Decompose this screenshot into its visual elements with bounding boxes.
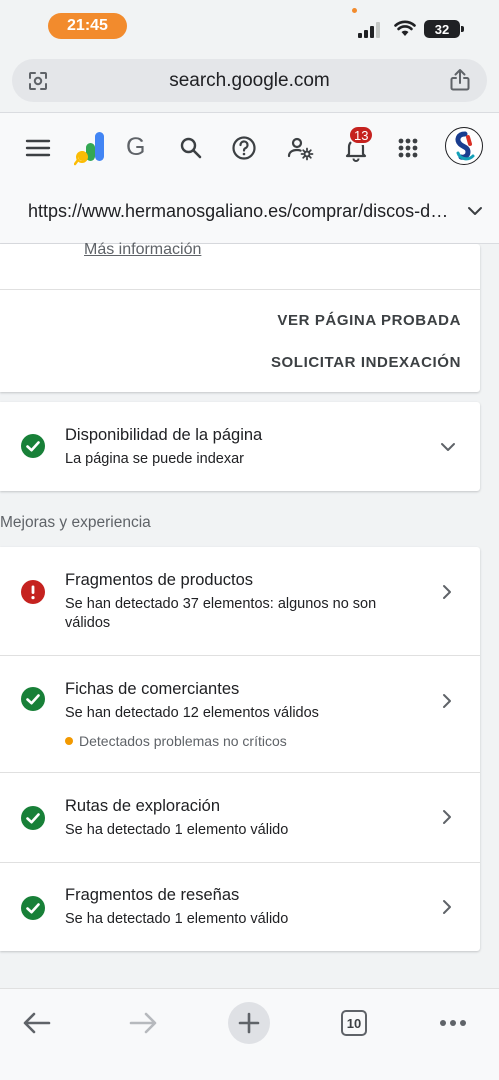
item-title: Fragmentos de productos (65, 571, 254, 589)
item-subtitle: Se ha detectado 1 elemento válido (65, 911, 289, 927)
warning-dot-icon (65, 737, 73, 745)
divider (0, 289, 480, 290)
manage-users-icon[interactable] (286, 134, 314, 162)
share-icon[interactable] (449, 68, 471, 92)
chevron-right-icon[interactable] (440, 583, 454, 601)
tab-switcher-icon[interactable]: 10 (341, 1010, 367, 1036)
availability-title: Disponibilidad de la página (65, 426, 263, 444)
chevron-right-icon[interactable] (440, 692, 454, 710)
status-bar: 21:45 32 (0, 0, 499, 56)
item-subtitle: Se han detectado 37 elementos: algunos n… (65, 596, 377, 631)
list-item-product-snippets[interactable]: Fragmentos de productos Se han detectado… (0, 547, 480, 655)
tab-count: 10 (346, 1015, 362, 1031)
plus-icon (238, 1012, 260, 1034)
page-availability-card[interactable]: Disponibilidad de la página La página se… (0, 402, 480, 491)
valid-check-icon (21, 687, 45, 711)
menu-icon[interactable] (24, 134, 52, 162)
note-text: Detectados problemas no críticos (79, 733, 287, 749)
status-time: 21:45 (48, 13, 127, 39)
cellular-signal-icon (358, 22, 380, 38)
chevron-right-icon[interactable] (440, 898, 454, 916)
non-critical-issues-note: Detectados problemas no críticos (65, 733, 287, 749)
enhancements-card: Fragmentos de productos Se han detectado… (0, 547, 480, 951)
battery-level: 32 (434, 21, 450, 37)
view-tested-page-button[interactable]: VER PÁGINA PROBADA (277, 312, 461, 329)
apps-grid-icon[interactable] (394, 134, 422, 162)
list-item-breadcrumbs[interactable]: Rutas de exploración Se ha detectado 1 e… (0, 773, 480, 862)
forward-icon[interactable] (128, 1011, 158, 1035)
error-icon (21, 580, 45, 604)
search-console-wordmark: G (126, 133, 146, 161)
browser-toolbar: 10 (0, 988, 499, 1080)
address-domain[interactable]: search.google.com (169, 70, 330, 92)
availability-subtitle: La página se puede indexar (65, 451, 244, 467)
item-subtitle: Se han detectado 12 elementos válidos (65, 705, 319, 721)
more-icon[interactable] (438, 1018, 468, 1028)
address-bar[interactable]: search.google.com (12, 59, 487, 102)
valid-check-icon (21, 806, 45, 830)
search-console-header (0, 112, 499, 182)
more-button[interactable] (431, 1001, 475, 1045)
more-info-link[interactable]: Más información (84, 241, 201, 259)
notification-badge: 13 (348, 125, 375, 145)
battery-indicator: 32 (424, 20, 464, 38)
item-title: Rutas de exploración (65, 797, 221, 815)
item-title: Fragmentos de reseñas (65, 886, 240, 904)
inspection-actions-card: Más información VER PÁGINA PROBADA SOLIC… (0, 241, 480, 392)
item-subtitle: Se ha detectado 1 elemento válido (65, 822, 289, 838)
tab-switcher-button[interactable]: 10 (332, 1001, 376, 1045)
new-tab-button[interactable] (227, 1001, 271, 1045)
back-icon[interactable] (22, 1011, 52, 1035)
lens-scan-icon[interactable] (26, 69, 50, 93)
chevron-down-icon[interactable] (466, 202, 484, 220)
request-indexing-button[interactable]: SOLICITAR INDEXACIÓN (271, 354, 461, 371)
valid-check-icon (21, 434, 45, 458)
new-tab-icon[interactable] (228, 1002, 270, 1044)
inspected-url[interactable]: https://www.hermanosgaliano.es/comprar/d… (28, 201, 458, 222)
list-item-merchant-listings[interactable]: Fichas de comerciantes Se han detectado … (0, 656, 480, 772)
chevron-right-icon[interactable] (440, 808, 454, 826)
inspected-url-row[interactable]: https://www.hermanosgaliano.es/comprar/d… (0, 182, 499, 244)
back-button[interactable] (15, 1001, 59, 1045)
wifi-icon (394, 20, 416, 36)
search-console-logo[interactable] (74, 129, 114, 167)
privacy-indicator-icon (352, 8, 357, 13)
search-icon[interactable] (177, 134, 205, 162)
account-avatar[interactable] (445, 127, 483, 165)
item-title: Fichas de comerciantes (65, 680, 240, 698)
enhancements-section-label: Mejoras y experiencia (0, 514, 151, 531)
list-item-review-snippets[interactable]: Fragmentos de reseñas Se ha detectado 1 … (0, 863, 480, 951)
help-icon[interactable] (230, 134, 258, 162)
forward-button[interactable] (121, 1001, 165, 1045)
chevron-down-icon[interactable] (439, 440, 457, 454)
valid-check-icon (21, 896, 45, 920)
